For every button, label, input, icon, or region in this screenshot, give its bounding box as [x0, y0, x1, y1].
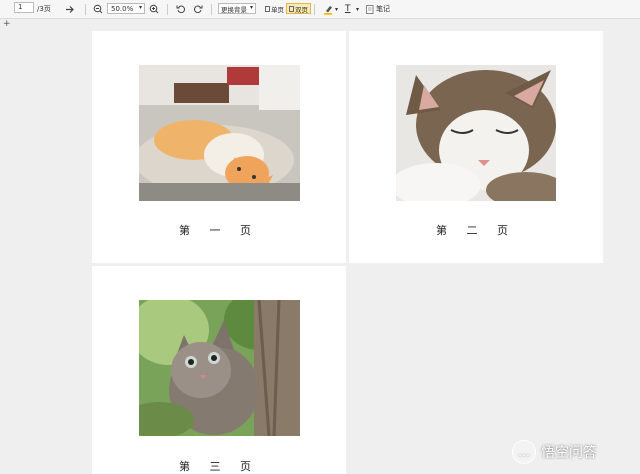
watermark: … 悟空问答	[512, 440, 597, 464]
note-button[interactable]: 笔记	[366, 2, 390, 16]
highlighter-button[interactable]	[322, 2, 336, 16]
wukong-logo-icon: …	[512, 440, 536, 464]
zoom-select[interactable]: 50.0% ▾	[107, 3, 145, 14]
separator	[211, 4, 212, 15]
single-page-button[interactable]: 单页	[262, 3, 287, 14]
watermark-text: 悟空问答	[541, 445, 597, 461]
zoom-value: 50.0%	[111, 4, 134, 13]
page-3: 第 三 页	[92, 266, 346, 474]
double-page-button[interactable]: 双页	[286, 3, 311, 14]
separator	[85, 4, 86, 15]
cat-photo-sleeping	[396, 65, 556, 201]
chevron-down-icon[interactable]: ▾	[356, 2, 359, 16]
double-page-icon	[289, 5, 294, 12]
single-page-label: 单页	[271, 5, 284, 14]
page-2: 第 二 页	[349, 31, 603, 263]
chevron-down-icon: ▾	[249, 4, 253, 11]
separator	[314, 4, 315, 15]
cat-photo-tabby	[139, 300, 300, 436]
toolbar: 1 /3页 50.0% ▾ 更换背景 ▾ 单页 双页 ▾ T ▾ 笔记	[0, 0, 640, 19]
next-page-arrow-icon	[66, 5, 74, 13]
rotate-left-icon	[176, 5, 185, 14]
chevron-down-icon: ▾	[138, 4, 142, 11]
zoom-in-button[interactable]	[147, 2, 161, 16]
note-icon	[366, 4, 374, 14]
next-page-button[interactable]	[63, 2, 77, 16]
chevron-down-icon[interactable]: ▾	[335, 2, 338, 16]
background-select-label: 更换背景	[221, 5, 247, 14]
zoom-in-icon	[149, 4, 159, 14]
single-page-icon	[265, 5, 270, 12]
rotate-right-button[interactable]	[191, 2, 205, 16]
highlighter-icon	[324, 5, 332, 15]
separator	[167, 4, 168, 15]
rotate-right-icon	[194, 5, 203, 14]
page-3-caption: 第 三 页	[179, 460, 259, 473]
zoom-out-icon	[93, 4, 103, 14]
double-page-label: 双页	[295, 5, 308, 14]
rotate-left-button[interactable]	[174, 2, 188, 16]
background-select[interactable]: 更换背景 ▾	[218, 3, 256, 14]
page-1-caption: 第 一 页	[179, 224, 259, 237]
text-tool-button[interactable]: T	[345, 2, 351, 16]
page-1: 第 一 页	[92, 31, 346, 263]
note-label: 笔记	[376, 5, 390, 13]
page-total-label: /3页	[37, 5, 51, 13]
add-tab-button[interactable]: +	[3, 19, 11, 29]
page-number-input[interactable]: 1	[14, 2, 34, 13]
zoom-out-button[interactable]	[91, 2, 105, 16]
page-2-caption: 第 二 页	[436, 224, 516, 237]
cat-photo-orange	[139, 65, 300, 201]
